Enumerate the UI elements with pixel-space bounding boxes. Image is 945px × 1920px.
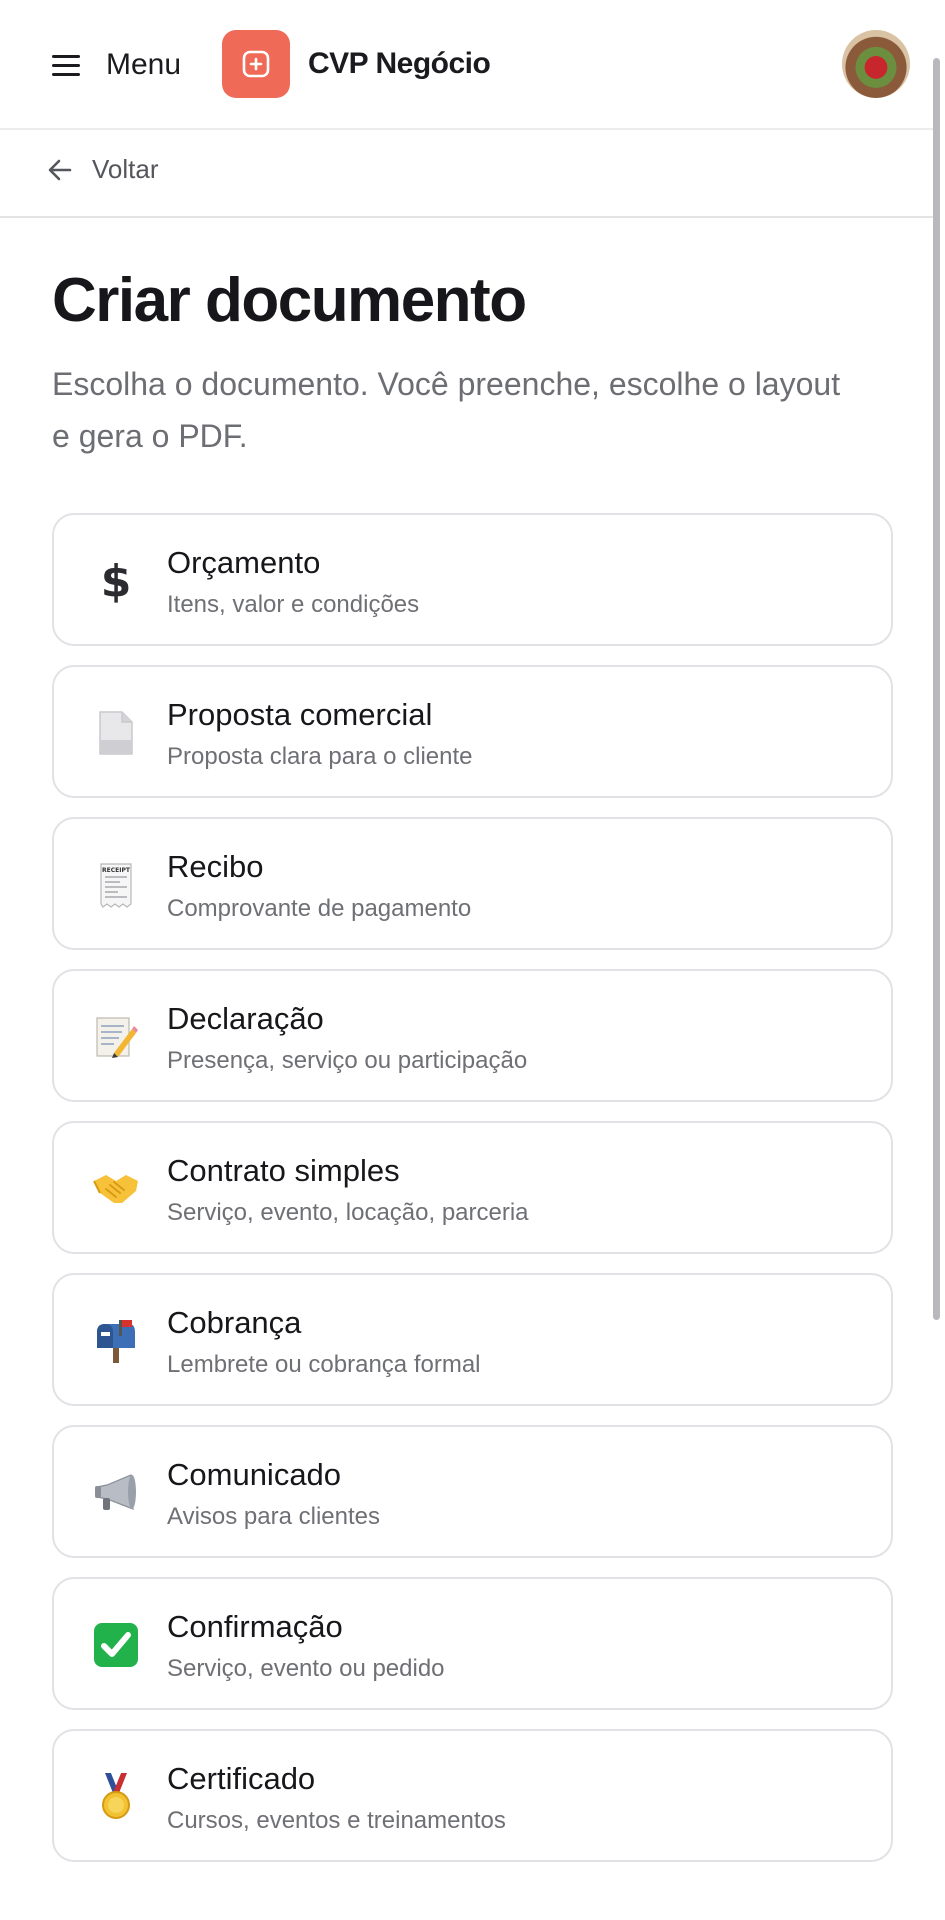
document-label: Orçamento xyxy=(167,545,321,580)
scrollbar-thumb[interactable] xyxy=(933,58,940,1320)
document-card-recibo[interactable]: RECEIPT Recibo Comprovante de pagamento xyxy=(52,817,893,950)
medal-icon xyxy=(90,1771,142,1823)
mailbox-icon xyxy=(90,1315,142,1367)
document-label: Contrato simples xyxy=(167,1153,400,1188)
document-card-comunicado[interactable]: Comunicado Avisos para clientes xyxy=(52,1425,893,1558)
page: Menu CVP Negócio Voltar Criar documento … xyxy=(0,0,945,1920)
plus-badge-icon xyxy=(222,30,290,98)
document-card-orcamento[interactable]: $ Orçamento Itens, valor e condições xyxy=(52,513,893,646)
document-label: Confirmação xyxy=(167,1609,343,1644)
brand-name: CVP Negócio xyxy=(308,47,491,80)
document-description: Presença, serviço ou participação xyxy=(167,1047,528,1074)
document-card-confirmacao[interactable]: Confirmação Serviço, evento ou pedido xyxy=(52,1577,893,1710)
document-label: Cobrança xyxy=(167,1305,302,1340)
document-description: Serviço, evento ou pedido xyxy=(167,1655,445,1682)
document-label: Declaração xyxy=(167,1001,324,1036)
document-description: Cursos, eventos e treinamentos xyxy=(167,1807,506,1834)
document-description: Itens, valor e condições xyxy=(167,591,420,618)
dollar-icon: $ xyxy=(100,555,132,607)
menu-label: Menu xyxy=(106,48,182,81)
page-icon xyxy=(90,707,142,759)
menu-button[interactable]: Menu xyxy=(52,40,181,90)
document-description: Proposta clara para o cliente xyxy=(167,743,473,770)
document-card-contrato[interactable]: Contrato simples Serviço, evento, locaçã… xyxy=(52,1121,893,1254)
receipt-icon: RECEIPT xyxy=(90,859,142,911)
document-card-cobranca[interactable]: Cobrança Lembrete ou cobrança formal xyxy=(52,1273,893,1406)
document-card-proposta[interactable]: Proposta comercial Proposta clara para o… xyxy=(52,665,893,798)
page-subtitle: Escolha o documento. Você preenche, esco… xyxy=(52,366,841,454)
hamburger-icon xyxy=(52,53,80,77)
arrow-left-icon xyxy=(48,159,72,180)
document-card-declaracao[interactable]: Declaração Presença, serviço ou particip… xyxy=(52,969,893,1102)
back-bar: Voltar xyxy=(0,130,935,218)
receipt-icon-text: RECEIPT xyxy=(102,867,131,874)
document-label: Recibo xyxy=(167,849,264,884)
back-label: Voltar xyxy=(92,154,159,184)
brand[interactable]: CVP Negócio xyxy=(222,30,491,98)
document-label: Comunicado xyxy=(167,1457,342,1492)
top-bar: Menu CVP Negócio xyxy=(0,0,935,130)
megaphone-icon xyxy=(90,1467,142,1519)
back-button[interactable]: Voltar xyxy=(46,154,159,185)
document-label: Certificado xyxy=(167,1761,316,1796)
user-avatar[interactable] xyxy=(842,30,910,98)
document-label: Proposta comercial xyxy=(167,697,433,732)
memo-pencil-icon xyxy=(90,1011,142,1063)
document-description: Avisos para clientes xyxy=(167,1503,380,1530)
check-mark-icon xyxy=(90,1619,142,1671)
document-card-certificado[interactable]: Certificado Cursos, eventos e treinament… xyxy=(52,1729,893,1862)
handshake-icon xyxy=(90,1163,142,1215)
page-title: Criar documento xyxy=(52,266,527,335)
document-description: Lembrete ou cobrança formal xyxy=(167,1351,481,1378)
document-description: Comprovante de pagamento xyxy=(167,895,472,922)
document-description: Serviço, evento, locação, parceria xyxy=(167,1199,529,1226)
